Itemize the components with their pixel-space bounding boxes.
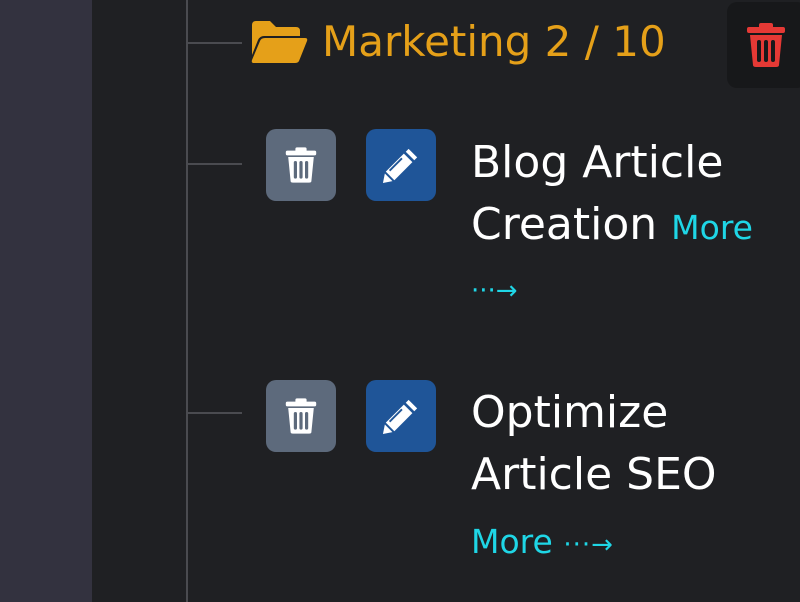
pencil-icon [382,399,418,435]
task-tree-panel [92,0,800,602]
left-sidebar [0,0,92,602]
trash-icon [285,398,317,434]
tree-connector-task-1 [186,163,242,165]
folder-delete-button[interactable] [727,2,800,88]
task-delete-button[interactable] [266,129,336,201]
task-title-text: Optimize Article SEO [471,387,717,500]
trash-icon [285,147,317,183]
folder-header[interactable]: Marketing 2 / 10 [250,14,666,70]
app-page: Marketing 2 / 10 Blog Article Creation M… [0,0,800,602]
tree-connector-vertical [186,0,188,602]
more-arrow-icon: ···→ [563,530,614,560]
tree-connector-task-2 [186,412,242,414]
trash-icon [747,23,785,67]
folder-open-icon [251,21,308,63]
task-edit-button[interactable] [366,380,436,452]
task-edit-button[interactable] [366,129,436,201]
more-label: More [471,522,553,561]
more-arrow-icon[interactable]: ···→ [471,276,518,306]
task-title: Optimize Article SEO [471,382,751,506]
task-delete-button[interactable] [266,380,336,452]
more-link[interactable]: More ···→ [471,522,614,561]
more-link[interactable]: More [671,208,753,247]
task-title: Blog Article Creation More [471,132,791,259]
folder-title: Marketing 2 / 10 [322,17,666,66]
tree-connector-folder [186,42,242,44]
pencil-icon [382,148,418,184]
